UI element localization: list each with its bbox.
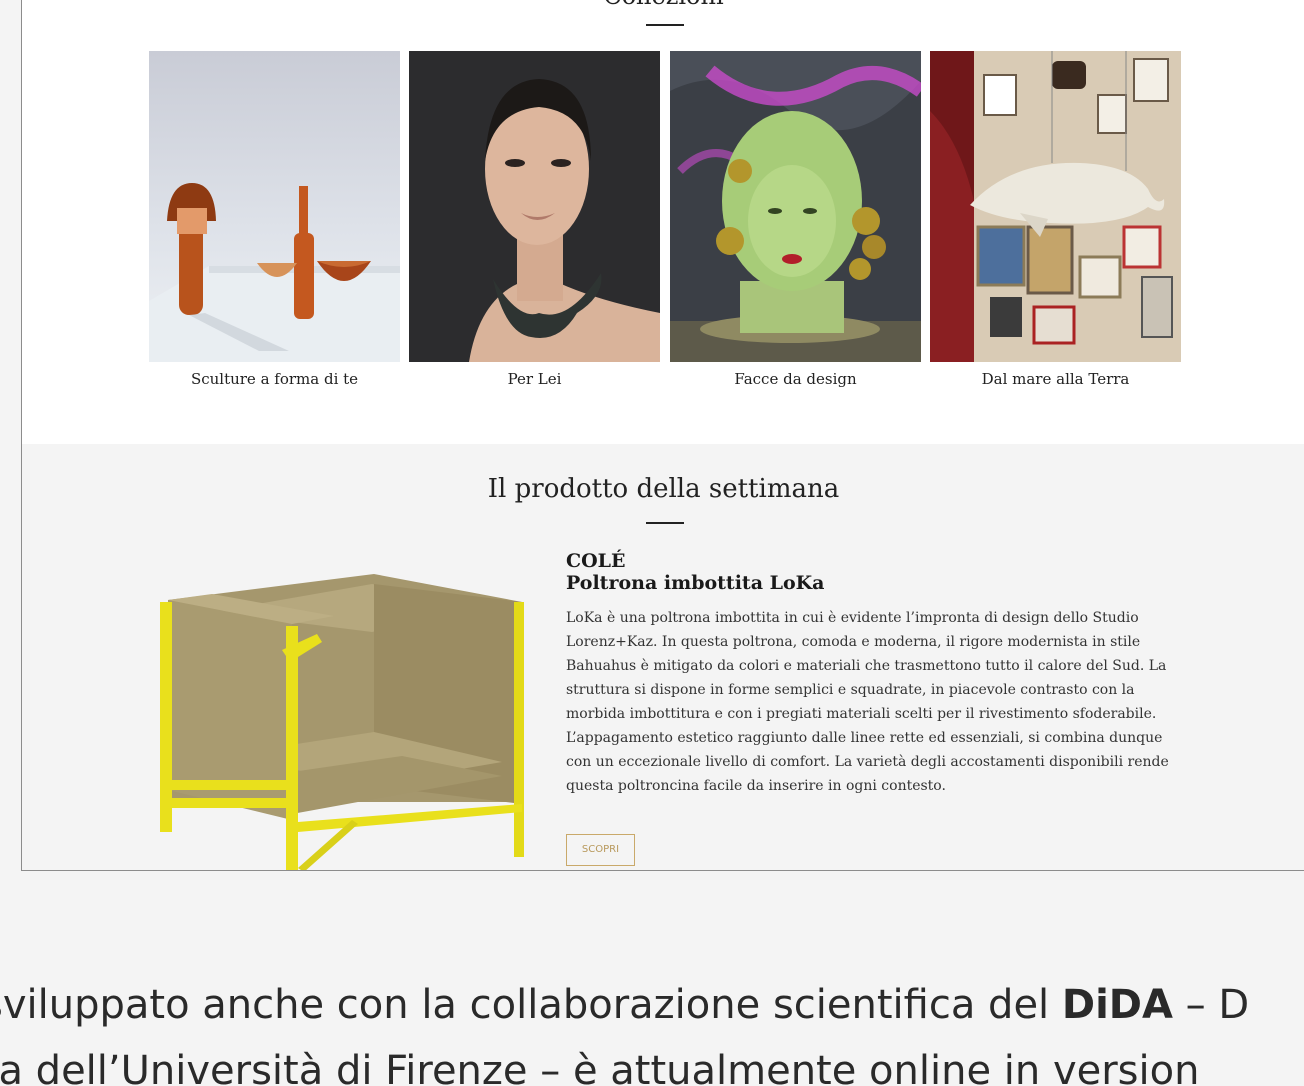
title-divider [646,24,684,26]
collection-label[interactable]: Facce da design [670,370,921,388]
woman-portrait-image [409,51,660,362]
website-screenshot: Collezioni [21,0,1304,871]
collection-tile-facce-da-design[interactable] [670,51,921,362]
product-name: Poltrona imbottita LoKa [566,572,825,594]
collections-title: Collezioni [22,0,1304,10]
collection-tile-sculptures[interactable] [149,51,400,362]
weekly-product-section: Il prodotto della settimana COLÉ Poltron… [22,444,1304,871]
collection-label[interactable]: Sculture a forma di te [149,370,400,388]
caption-line-1: sviluppato anche con la collaborazione s… [0,972,1304,1038]
armchair-image[interactable] [152,572,537,871]
collection-label[interactable]: Dal mare alla Terra [930,370,1181,388]
whale-interior-image [930,51,1181,362]
product-description: LoKa è una poltrona imbottita in cui è e… [566,610,1169,794]
collection-tile-per-lei[interactable] [409,51,660,362]
sculptures-image [149,51,400,362]
ceramic-head-vase-image [670,51,921,362]
title-divider [646,522,684,524]
caption-line-2: ra dell’Università di Firenze – è attual… [0,1048,1200,1086]
caption-bold-dida: DiDA [1061,982,1173,1028]
caption-text: – D [1172,982,1250,1028]
discover-button[interactable]: SCOPRI [566,834,635,866]
caption-text: sviluppato anche con la collaborazione s… [0,982,1062,1028]
weekly-product-title: Il prodotto della settimana [487,474,840,504]
collection-label[interactable]: Per Lei [409,370,660,388]
article-caption-text: sviluppato anche con la collaborazione s… [0,972,1304,1086]
product-brand: COLÉ [566,550,626,572]
collection-tile-dal-mare-alla-terra[interactable] [930,51,1181,362]
